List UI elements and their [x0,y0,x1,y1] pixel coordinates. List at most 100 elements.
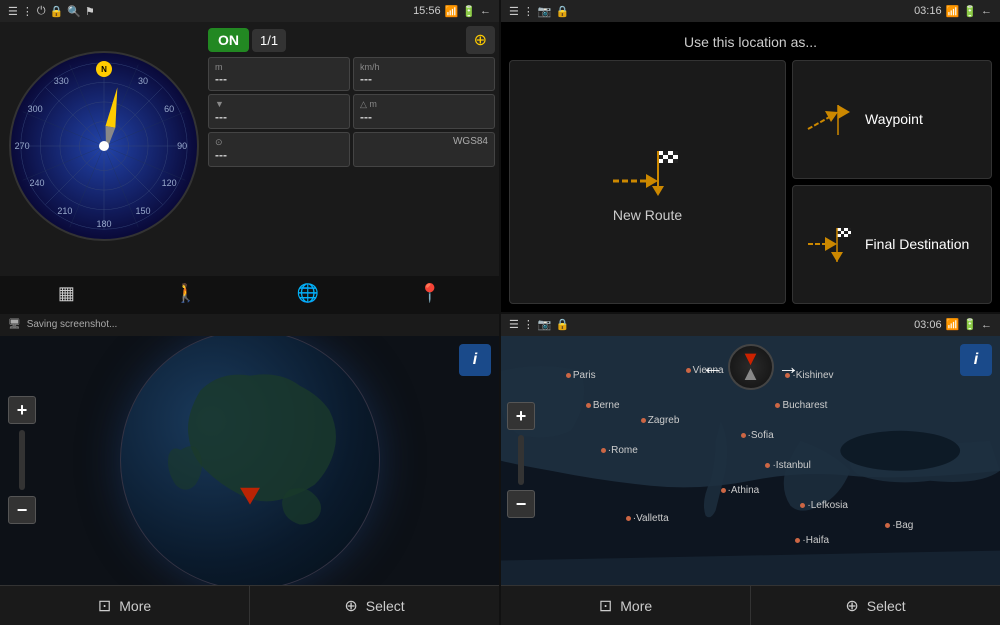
time-display: 15:56 [413,5,441,17]
select-icon-3: ⊕ [344,596,357,616]
pin-icon[interactable]: 📍 [419,283,441,304]
compass-center-dot [99,141,109,151]
gps-row-top: ON 1/1 ⊕ [208,26,495,54]
city-zagreb: Zagreb [641,415,680,426]
city-valletta: ·Valletta [626,513,669,524]
istanbul-dot [765,463,770,468]
bucharest-dot [775,403,780,408]
sofia-label: ·Sofia [748,430,774,441]
power-icon: ⏻ [37,5,46,18]
gps-compass-button[interactable]: ⊕ [466,26,495,54]
label-60: 60 [164,104,174,114]
unit-tri: △ m [360,99,488,110]
back-icon: ← [480,5,491,17]
more-label-4: More [620,598,652,614]
bars-icon[interactable]: ▦ [58,283,75,304]
valletta-dot [626,516,631,521]
zoom-in-button[interactable]: + [8,396,36,424]
compass-south-marker: ▲ [741,363,761,386]
zoom-controls: + − [8,396,36,524]
zoom-out-4[interactable]: − [507,490,535,518]
europe-map-area: Paris Berne Zagreb Vienna ·Kishinev Buch… [501,336,1000,586]
lock-icon: 🔒 [50,5,64,18]
globe-map-area: ← ▼ → + − i [0,336,499,586]
istanbul-label: ·Istanbul [772,460,810,471]
city-bucharest: Bucharest [775,400,827,411]
unit-sat: ⊙ [215,137,343,148]
compass-area: 0 30 60 90 120 150 180 210 240 270 300 3… [4,26,204,266]
final-destination-button[interactable]: Final Destination [792,185,992,304]
more-button-4[interactable]: ⊡ More [501,586,751,625]
city-sofia: ·Sofia [741,430,774,441]
globe [120,336,380,586]
gps-on-button[interactable]: ON [208,28,249,52]
select-button-4[interactable]: ⊕ Select [751,586,1000,625]
zoom-in-4[interactable]: + [507,402,535,430]
bottom-bar-4: ⊡ More ⊕ Select [501,585,1000,625]
paris-dot [566,373,571,378]
gps-data-row-1: m --- km/h --- [208,57,495,91]
new-route-button[interactable]: New Route [509,60,786,304]
status-icons2-left: ☰ ⋮ 📷 🔒 [509,5,569,18]
label-180: 180 [96,219,111,229]
gps-cell-deg: ▼ --- [208,94,350,129]
bag-label: ·Bag [892,520,913,531]
globe-icon[interactable]: 🌐 [297,283,319,304]
dots-icon-2: ⋮ [523,5,534,18]
valletta-label: ·Valletta [633,513,669,524]
panel-location-options: ☰ ⋮ 📷 🔒 03:16 📶 🔋 ← Use this location as… [501,0,1000,312]
rome-dot [601,448,606,453]
new-route-icon [608,141,688,201]
label-240: 240 [30,178,45,188]
berne-dot [586,403,591,408]
label-330: 330 [54,76,69,86]
select-button-3[interactable]: ⊕ Select [250,586,499,625]
zoom-slider-4[interactable] [518,435,524,485]
signal-icon: 📶 [946,5,960,18]
zoom-out-button[interactable]: − [8,496,36,524]
bucharest-label: Bucharest [782,400,827,411]
menu-icon-4: ☰ [509,318,519,331]
val-tri: --- [360,110,488,124]
label-300: 300 [28,104,43,114]
bottom-bar-3: ⊡ More ⊕ Select [0,585,499,625]
paris-label: Paris [573,370,596,381]
more-button-3[interactable]: ⊡ More [0,586,250,625]
final-destination-icon [805,224,855,264]
person-icon[interactable]: 🚶 [175,283,197,304]
haifa-dot [795,538,800,543]
zoom-slider[interactable] [19,430,25,490]
menu-icon-2: ☰ [509,5,519,18]
compass-circle: 0 30 60 90 120 150 180 210 240 270 300 3… [9,51,199,241]
city-lefkosia: ·Lefkosia [800,500,848,511]
lefkosia-dot [800,503,805,508]
athina-label: ·Athina [728,485,760,496]
val-kmh: --- [360,72,488,86]
gps-wgs-label: WGS84 [353,132,495,167]
waypoint-button[interactable]: Waypoint [792,60,992,179]
status-icons4-left: ☰ ⋮ 📷 🔒 [509,318,569,331]
label-90: 90 [177,141,187,151]
city-berne: Berne [586,400,620,411]
city-istanbul: ·Istanbul [765,460,810,471]
panel-compass-gps: ☰ ⋮ ⏻ 🔒 🔍 ⚑ 15:56 📶 🔋 ← [0,0,499,312]
rome-label: ·Rome [608,445,638,456]
more-icon-4: ⊡ [599,596,612,616]
city-paris: Paris [566,370,596,381]
info-button-4[interactable]: i [960,344,992,376]
location-title: Use this location as... [509,30,992,54]
nav-right-4[interactable]: → [778,354,800,380]
info-button[interactable]: i [459,344,491,376]
time-display-2: 03:16 [914,5,942,17]
back-icon-4: ← [981,319,992,331]
time-display-4: 03:06 [914,319,942,331]
more-label-3: More [119,598,151,614]
bag-dot [885,523,890,528]
gps-page[interactable]: 1/1 [252,29,286,52]
zagreb-label: Zagreb [648,415,680,426]
final-destination-label: Final Destination [865,236,969,252]
nav-left-4[interactable]: ← [702,354,724,380]
lock-icon-2: 🔒 [556,5,570,18]
camera-icon-4: 📷 [538,318,552,331]
battery-icon-2: 🔋 [963,5,977,18]
